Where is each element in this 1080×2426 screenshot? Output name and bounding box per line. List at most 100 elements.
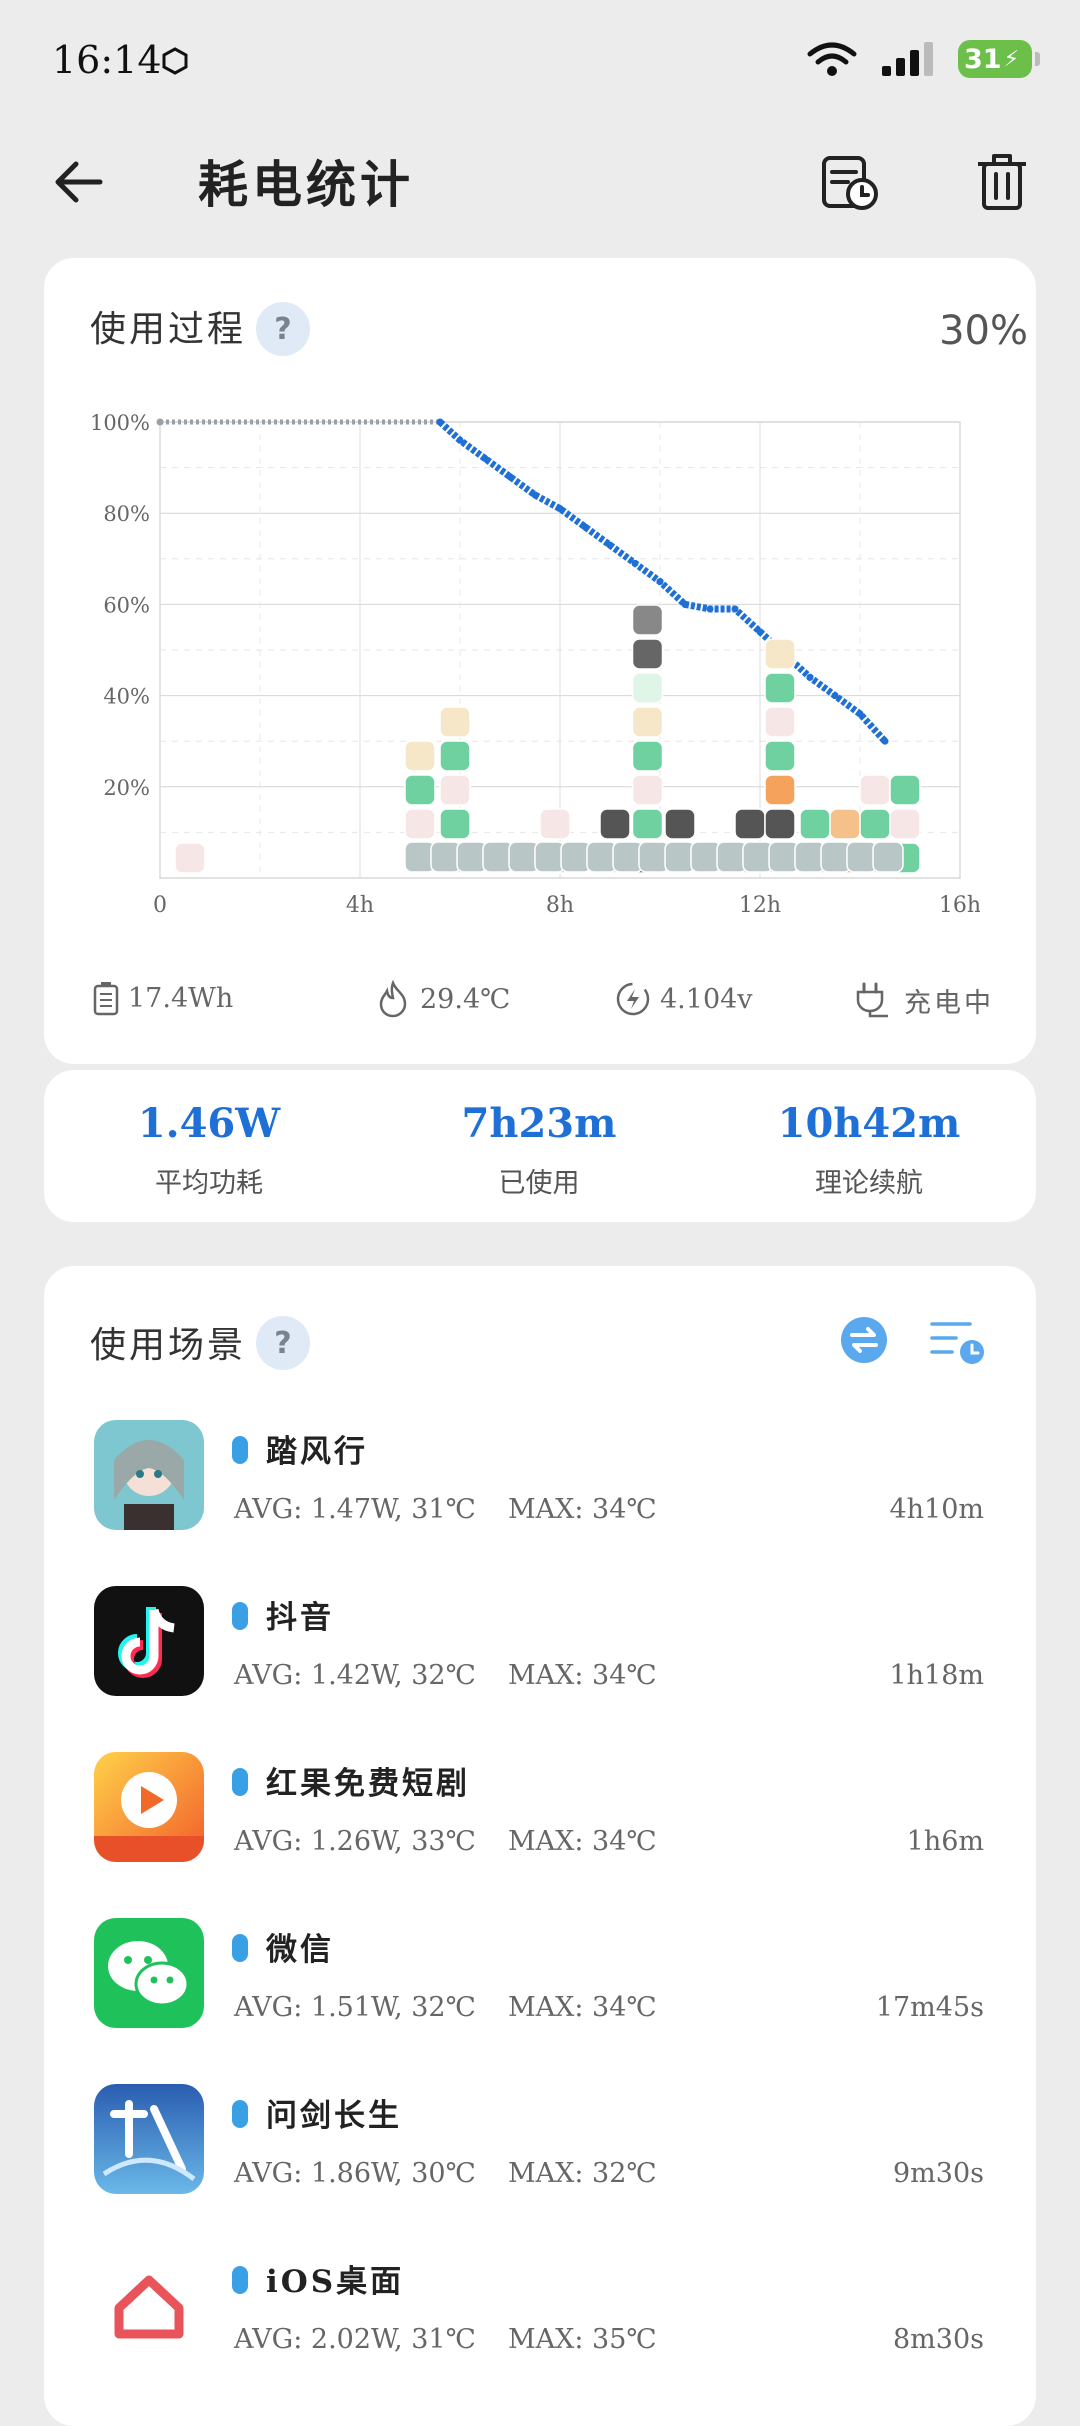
app-name: 抖音 xyxy=(266,1600,334,1636)
y-tick-label: 40% xyxy=(103,685,150,709)
help-icon[interactable]: ? xyxy=(256,302,310,356)
app-color-marker xyxy=(232,1768,248,1796)
home-icon xyxy=(94,2250,204,2360)
trash-icon[interactable] xyxy=(970,150,1034,214)
battery-level-point xyxy=(506,473,514,481)
avg-power-label: 平均功耗 xyxy=(155,1168,263,1199)
energy-value: 17.4Wh xyxy=(128,982,234,1014)
app-usage-marker-icon xyxy=(174,842,206,874)
battery-level-point xyxy=(481,454,489,462)
app-duration: 8m30s xyxy=(893,2324,984,2355)
app-usage-marker-icon xyxy=(439,740,471,772)
status-time: 16:14 xyxy=(52,38,162,82)
y-tick-label: 60% xyxy=(103,593,150,617)
app-avg-stat: AVG: 1.51W, 32℃ xyxy=(234,1992,476,2023)
app-avg-stat: AVG: 2.02W, 31℃ xyxy=(234,2324,476,2355)
app-name: iOS桌面 xyxy=(266,2264,405,2300)
used-label: 已使用 xyxy=(498,1168,580,1199)
battery-level-point xyxy=(556,505,564,513)
app-usage-marker-icon xyxy=(439,774,471,806)
app-usage-row[interactable]: 抖音 AVG: 1.42W, 32℃ MAX: 34℃ 1h18m xyxy=(44,1586,1036,1752)
battery-level-point xyxy=(156,418,164,426)
app-usage-marker-icon xyxy=(631,740,664,772)
help-icon[interactable]: ? xyxy=(256,1316,310,1370)
app-usage-marker-icon xyxy=(764,672,796,704)
app-usage-marker-icon xyxy=(664,808,696,840)
app-usage-marker-icon xyxy=(829,808,861,840)
app-duration: 1h6m xyxy=(906,1826,984,1857)
app-usage-marker-icon xyxy=(889,808,921,840)
app-usage-row[interactable]: 踏风行 AVG: 1.47W, 31℃ MAX: 34℃ 4h10m xyxy=(44,1420,1036,1586)
app-usage-marker-icon xyxy=(799,808,831,840)
app-color-marker xyxy=(232,1436,248,1464)
app-avg-stat: AVG: 1.26W, 33℃ xyxy=(234,1826,476,1857)
battery-level-point xyxy=(606,541,614,549)
app-max-temp: MAX: 34℃ xyxy=(508,1494,657,1525)
battery-level-point xyxy=(581,523,589,531)
app-usage-marker-icon xyxy=(631,706,664,738)
x-tick-label: 4h xyxy=(346,893,374,918)
usage-scenes-title: 使用场景 xyxy=(90,1325,247,1366)
page-title: 耗电统计 xyxy=(198,155,414,214)
app-usage-marker-icon xyxy=(764,808,796,840)
battery-level-point xyxy=(706,605,714,613)
app-name: 踏风行 xyxy=(266,1434,368,1470)
temperature-value: 29.4℃ xyxy=(420,983,511,1015)
avg-power-value: 1.46W xyxy=(137,1100,281,1147)
app-usage-marker-icon xyxy=(439,706,471,738)
app-max-temp: MAX: 35℃ xyxy=(508,2324,657,2355)
battery-chart: 100% 80% 60% 40% 20% 0 4h 8h 12h 16h xyxy=(90,411,980,918)
app-usage-row[interactable]: iOS桌面 AVG: 2.02W, 31℃ MAX: 35℃ 8m30s xyxy=(44,2250,1036,2416)
flame-icon xyxy=(379,980,407,1018)
battery-indicator: 31 ⚡ xyxy=(958,40,1040,78)
battery-level-point xyxy=(756,628,764,636)
x-tick-label: 0 xyxy=(153,893,167,918)
app-usage-marker-icon xyxy=(539,808,571,840)
app-color-marker xyxy=(232,1934,248,1962)
app-usage-row[interactable]: 微信 AVG: 1.51W, 32℃ MAX: 34℃ 17m45s xyxy=(44,1918,1036,2084)
game-sword-icon xyxy=(94,2084,204,2194)
estimate-summary: 10h42m 理论续航 xyxy=(704,1100,1034,1200)
x-tick-label: 8h xyxy=(546,893,574,918)
app-usage-marker-icon xyxy=(631,774,664,806)
app-usage-marker-icon xyxy=(631,604,664,636)
history-icon[interactable] xyxy=(818,150,882,214)
battery-level-point xyxy=(436,418,444,426)
app-name: 微信 xyxy=(266,1932,334,1968)
app-usage-marker-icon xyxy=(764,638,796,670)
app-usage-marker-icon xyxy=(631,638,664,670)
app-max-temp: MAX: 34℃ xyxy=(508,1826,657,1857)
charging-status: 充电中 xyxy=(904,987,994,1019)
x-tick-label: 16h xyxy=(939,893,980,918)
current-battery-percent: 30% xyxy=(939,308,1028,354)
app-usage-marker-icon xyxy=(631,808,664,840)
app-max-temp: MAX: 34℃ xyxy=(508,1660,657,1691)
battery-level-point xyxy=(681,600,689,608)
app-usage-marker-icon xyxy=(734,808,766,840)
battery-level-point xyxy=(456,436,464,444)
avg-power-summary: 1.46W 平均功耗 xyxy=(44,1100,374,1200)
app-max-temp: MAX: 34℃ xyxy=(508,1992,657,2023)
douyin-icon xyxy=(94,1586,204,1696)
app-usage-marker-icon xyxy=(404,774,436,806)
app-avg-stat: AVG: 1.47W, 31℃ xyxy=(234,1494,476,1525)
swap-icon[interactable] xyxy=(840,1316,888,1364)
battery-level-point xyxy=(831,692,839,700)
battery-outline-icon xyxy=(93,982,119,1016)
play-icon xyxy=(94,1752,204,1862)
wifi-icon xyxy=(807,42,857,76)
app-color-marker xyxy=(232,2266,248,2294)
battery-level-point xyxy=(631,559,639,567)
back-arrow-icon[interactable] xyxy=(48,150,112,214)
app-usage-row[interactable]: 红果免费短剧 AVG: 1.26W, 33℃ MAX: 34℃ 1h6m xyxy=(44,1752,1036,1918)
app-color-marker xyxy=(232,1602,248,1630)
battery-level-point xyxy=(656,578,664,586)
app-usage-row[interactable]: 问剑长生 AVG: 1.86W, 30℃ MAX: 32℃ 9m30s xyxy=(44,2084,1036,2250)
battery-level-point xyxy=(531,491,539,499)
voltage-icon xyxy=(616,982,650,1016)
app-usage-marker-icon xyxy=(631,672,664,704)
estimate-label: 理论续航 xyxy=(815,1168,923,1199)
app-usage-marker-icon xyxy=(764,706,796,738)
sort-by-time-icon[interactable] xyxy=(930,1318,986,1366)
energy-stat: 17.4Wh xyxy=(92,980,233,1016)
